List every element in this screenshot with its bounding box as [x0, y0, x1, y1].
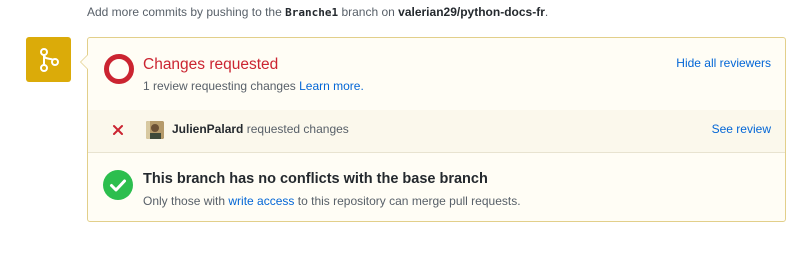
merge-status-box: Changes requested 1 review requesting ch… — [80, 37, 786, 222]
learn-more-link[interactable]: Learn more. — [299, 79, 364, 93]
push-hint: Add more commits by pushing to the Branc… — [87, 5, 548, 19]
review-count-text: 1 review requesting changes — [143, 79, 296, 93]
push-hint-prefix: Add more commits by pushing to the — [87, 5, 282, 19]
changes-requested-title: Changes requested — [143, 56, 279, 73]
push-hint-middle: branch on — [341, 5, 395, 19]
merge-permission-note: Only those with write access to this rep… — [143, 194, 521, 208]
changes-requested-section: Changes requested 1 review requesting ch… — [88, 38, 785, 111]
changes-requested-ring-icon — [104, 54, 134, 84]
reviewer-username[interactable]: JulienPalard — [172, 122, 243, 136]
reviewer-status: JulienPalard requested changes — [172, 122, 349, 136]
merge-status-badge — [26, 37, 71, 82]
branch-name: Branche1 — [285, 6, 339, 19]
hide-all-reviewers-link[interactable]: Hide all reviewers — [676, 56, 771, 70]
merge-permission-prefix: Only those with — [143, 194, 226, 208]
x-icon — [113, 125, 123, 135]
git-merge-icon — [39, 47, 59, 72]
check-circle-icon — [103, 170, 133, 200]
changes-requested-summary: 1 review requesting changes Learn more. — [143, 79, 364, 93]
write-access-link[interactable]: write access — [228, 194, 294, 208]
see-review-link[interactable]: See review — [712, 122, 771, 136]
repo-name: valerian29/python-docs-fr — [398, 5, 545, 19]
merge-permission-suffix: to this repository can merge pull reques… — [297, 194, 521, 208]
push-hint-suffix: . — [544, 5, 549, 19]
reviewer-row: JulienPalard requested changes See revie… — [88, 110, 785, 153]
avatar[interactable] — [146, 121, 164, 139]
no-conflicts-title: This branch has no conflicts with the ba… — [143, 171, 488, 187]
reviewer-action: requested changes — [246, 122, 349, 136]
no-conflicts-section: This branch has no conflicts with the ba… — [88, 153, 785, 221]
